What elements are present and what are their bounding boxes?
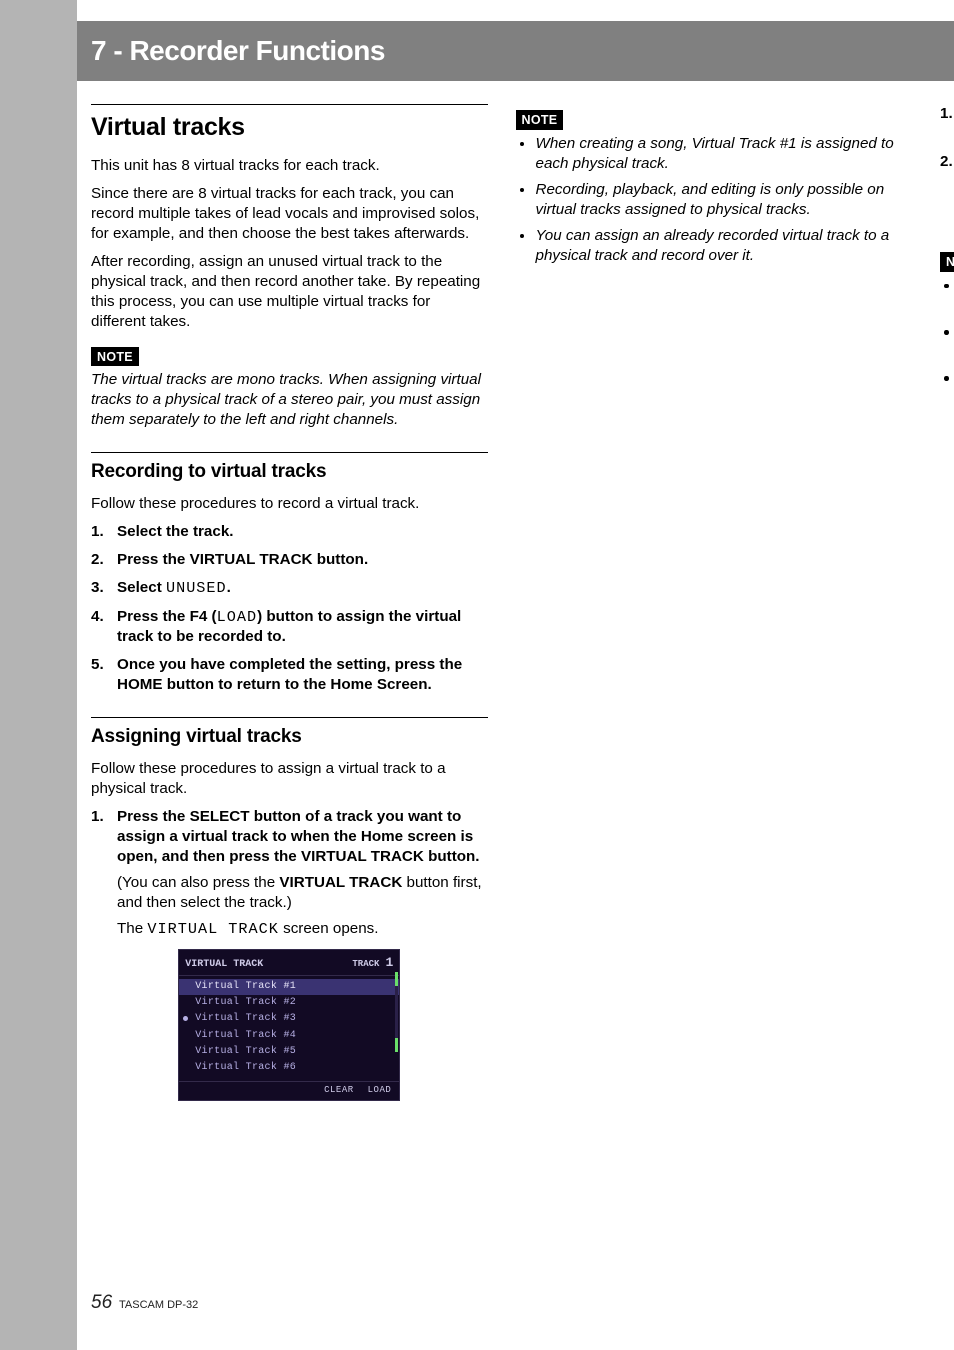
lcd-title: VIRTUAL TRACK bbox=[185, 958, 263, 971]
step-5: Once you have completed the setting, pre… bbox=[91, 655, 488, 695]
note-badge: NOTE bbox=[516, 110, 564, 130]
lcd-scrollbar bbox=[395, 972, 398, 1052]
page-number: 56 bbox=[91, 1292, 112, 1313]
note3-b3: If you assign an unused virtual track, t… bbox=[940, 368, 954, 408]
assigning-steps: Press the SELECT button of a track you w… bbox=[91, 807, 488, 939]
step-2: Press the VIRTUAL TRACK button. bbox=[91, 550, 488, 570]
lcd-row-5: Virtual Track #5 bbox=[179, 1043, 399, 1059]
assigning-steps-cont: Use the JOG/DATA dial to select the virt… bbox=[940, 104, 954, 238]
lcd-bottom-bar: CLEAR LOAD bbox=[179, 1081, 399, 1100]
lcd-btn-load: LOAD bbox=[368, 1085, 392, 1097]
assign-step-1: Press the SELECT button of a track you w… bbox=[91, 807, 488, 939]
lcd-row-6: Virtual Track #6 bbox=[179, 1059, 399, 1075]
lcd-row-2: Virtual Track #2 bbox=[179, 995, 399, 1011]
intro-p1: This unit has 8 virtual tracks for each … bbox=[91, 156, 488, 176]
lcd-row-3: Virtual Track #3 bbox=[179, 1011, 399, 1027]
step-3: Select UNUSED. bbox=[91, 578, 488, 598]
intro-p3: After recording, assign an unused virtua… bbox=[91, 252, 488, 332]
note-block-2: NOTE When creating a song, Virtual Track… bbox=[516, 104, 913, 266]
lcd-screenshot: VIRTUAL TRACK TRACK 1 Virtual Track #1 V… bbox=[91, 949, 488, 1100]
note-badge: NOTE bbox=[940, 252, 954, 272]
assigning-lead: Follow these procedures to assign a virt… bbox=[91, 759, 488, 799]
step-4: Press the F4 (LOAD) button to assign the… bbox=[91, 607, 488, 647]
intro-p2: Since there are 8 virtual tracks for eac… bbox=[91, 184, 488, 244]
lcd-marker-icon bbox=[183, 1016, 188, 1021]
step-1: Select the track. bbox=[91, 522, 488, 542]
note-block-3: NOTE To delete a virtual track, press th… bbox=[940, 246, 954, 408]
subsection-recording: Recording to virtual tracks bbox=[91, 452, 488, 484]
chapter-header: 7 - Recorder Functions bbox=[77, 21, 954, 81]
lcd-btn-clear: CLEAR bbox=[324, 1085, 354, 1097]
lcd-screen: VIRTUAL TRACK TRACK 1 Virtual Track #1 V… bbox=[178, 949, 400, 1100]
note-badge: NOTE bbox=[91, 347, 139, 367]
note3-b1: To delete a virtual track, press the F3 … bbox=[940, 276, 954, 316]
note3-bullets: To delete a virtual track, press the F3 … bbox=[940, 276, 954, 408]
page: 7 - Recorder Functions Virtual tracks Th… bbox=[77, 0, 954, 1350]
recording-steps: Select the track. Press the VIRTUAL TRAC… bbox=[91, 522, 488, 694]
lcd-track-label: TRACK 1 bbox=[352, 954, 393, 971]
assign-step-2: Use the JOG/DATA dial to select the virt… bbox=[940, 104, 954, 144]
page-spine bbox=[0, 0, 77, 1350]
lcd-row-4: Virtual Track #4 bbox=[179, 1027, 399, 1043]
footer-model: TASCAM DP-32 bbox=[119, 1299, 198, 1311]
note3-b2: A virtual track assigned to a physical t… bbox=[940, 322, 954, 362]
assign-step-1-sub2: The VIRTUAL TRACK screen opens. bbox=[117, 919, 488, 939]
note-text-1: The virtual tracks are mono tracks. When… bbox=[91, 370, 488, 430]
assign-step-1-sub1: (You can also press the VIRTUAL TRACK bu… bbox=[117, 873, 488, 913]
lcd-body: Virtual Track #1 Virtual Track #2 Virtua… bbox=[179, 976, 399, 1081]
content-area: Virtual tracks This unit has 8 virtual t… bbox=[91, 104, 912, 1209]
page-footer: 56 TASCAM DP-32 bbox=[91, 1292, 198, 1314]
note2-b2: Recording, playback, and editing is only… bbox=[516, 180, 913, 220]
recording-lead: Follow these procedures to record a virt… bbox=[91, 494, 488, 514]
subsection-assigning: Assigning virtual tracks bbox=[91, 717, 488, 749]
note2-b3: You can assign an already recorded virtu… bbox=[516, 226, 913, 266]
note2-bullets: When creating a song, Virtual Track #1 i… bbox=[516, 134, 913, 266]
lcd-row-1: Virtual Track #1 bbox=[179, 979, 399, 995]
note2-b1: When creating a song, Virtual Track #1 i… bbox=[516, 134, 913, 174]
lcd-titlebar: VIRTUAL TRACK TRACK 1 bbox=[179, 950, 399, 975]
chapter-title: 7 - Recorder Functions bbox=[91, 35, 385, 67]
assign-step-3: Press the F4 (LOAD) button to assign the… bbox=[940, 152, 954, 238]
section-title-virtual-tracks: Virtual tracks bbox=[91, 104, 488, 144]
